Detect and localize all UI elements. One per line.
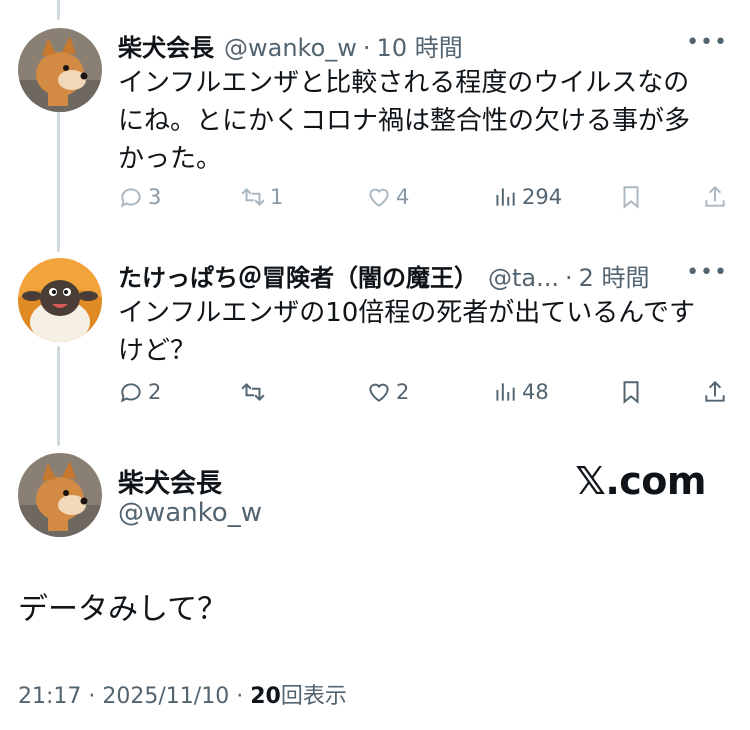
tweet-date[interactable]: 2025/11/10	[102, 684, 229, 709]
author-name[interactable]: たけっぱち＠冒険者（闇の魔王）	[118, 258, 478, 293]
share-button[interactable]	[702, 379, 732, 405]
views-button[interactable]: 48	[492, 379, 549, 405]
tweet-meta: 21:17 · 2025/11/10 · 20回表示	[18, 678, 347, 710]
views-total: 20	[250, 684, 281, 709]
tweet-timestamp[interactable]: 21:17	[18, 684, 81, 709]
views-label: 回表示	[280, 684, 347, 709]
reply-button[interactable]: 3	[118, 184, 161, 210]
views-count: 48	[522, 380, 549, 404]
like-count: 2	[396, 380, 410, 404]
retweet-icon	[241, 188, 265, 206]
reply-count: 2	[148, 380, 162, 404]
thread-line-1	[57, 112, 60, 252]
like-icon	[369, 383, 389, 402]
bookmark-icon	[623, 186, 639, 209]
like-button[interactable]: 2	[366, 379, 409, 405]
reply-icon	[120, 188, 141, 208]
tweet-time[interactable]: 2 時間	[579, 258, 650, 293]
main-author-name[interactable]: 柴犬会長	[118, 463, 222, 500]
meta-separator: ·	[236, 684, 244, 709]
more-icon[interactable]: •••	[686, 30, 728, 55]
views-icon	[496, 188, 515, 206]
views-count: 294	[522, 185, 563, 209]
meta-separator: ·	[88, 684, 96, 709]
retweet-count: 1	[270, 185, 284, 209]
retweet-button[interactable]: 1	[240, 184, 283, 210]
tweet-header: 柴犬会長 @wanko_w · 10 時間	[118, 28, 463, 63]
thread-line-top	[57, 0, 60, 20]
reply-icon	[120, 383, 141, 403]
author-handle[interactable]: @ta...	[488, 264, 559, 292]
tweet-actions: 2 2 48	[118, 379, 732, 411]
header-separator: ·	[565, 264, 573, 292]
author-name[interactable]: 柴犬会長	[118, 28, 214, 63]
reply-count: 3	[148, 185, 162, 209]
tweet-text: インフルエンザと比較される程度のウイルスなのにね。とにかくコロナ禍は整合性の欠け…	[118, 68, 691, 174]
main-tweet-text: データみして？	[18, 592, 228, 627]
avatar-sheep[interactable]	[18, 258, 102, 342]
retweet-icon	[241, 383, 265, 401]
x-com-watermark: 𝕏.com	[575, 459, 706, 503]
views-button[interactable]: 294	[492, 184, 562, 210]
share-button[interactable]	[702, 184, 732, 210]
like-icon	[369, 188, 389, 207]
reply-button[interactable]: 2	[118, 379, 161, 405]
bookmark-button[interactable]	[618, 184, 648, 210]
like-button[interactable]: 4	[366, 184, 409, 210]
views-icon	[496, 383, 515, 401]
tweet-header: たけっぱち＠冒険者（闇の魔王） @ta... · 2 時間	[118, 258, 650, 293]
avatar-shiba[interactable]	[18, 28, 102, 112]
avatar-shiba-main[interactable]	[18, 453, 102, 537]
tweet-actions: 3 1 4 294	[118, 184, 732, 216]
main-author-handle[interactable]: @wanko_w	[118, 498, 262, 528]
tweet-text: インフルエンザの10倍程の死者が出ているんですけど？	[118, 298, 696, 366]
bookmark-icon	[623, 381, 639, 404]
like-count: 4	[396, 185, 410, 209]
share-icon	[705, 185, 725, 207]
bookmark-button[interactable]	[618, 379, 648, 405]
tweet-time[interactable]: 10 時間	[377, 28, 463, 63]
thread-line-2	[57, 346, 60, 446]
author-handle[interactable]: @wanko_w	[224, 34, 357, 62]
share-icon	[705, 380, 725, 402]
more-icon[interactable]: •••	[686, 260, 728, 285]
header-separator: ·	[362, 34, 371, 62]
retweet-button[interactable]	[240, 379, 270, 405]
